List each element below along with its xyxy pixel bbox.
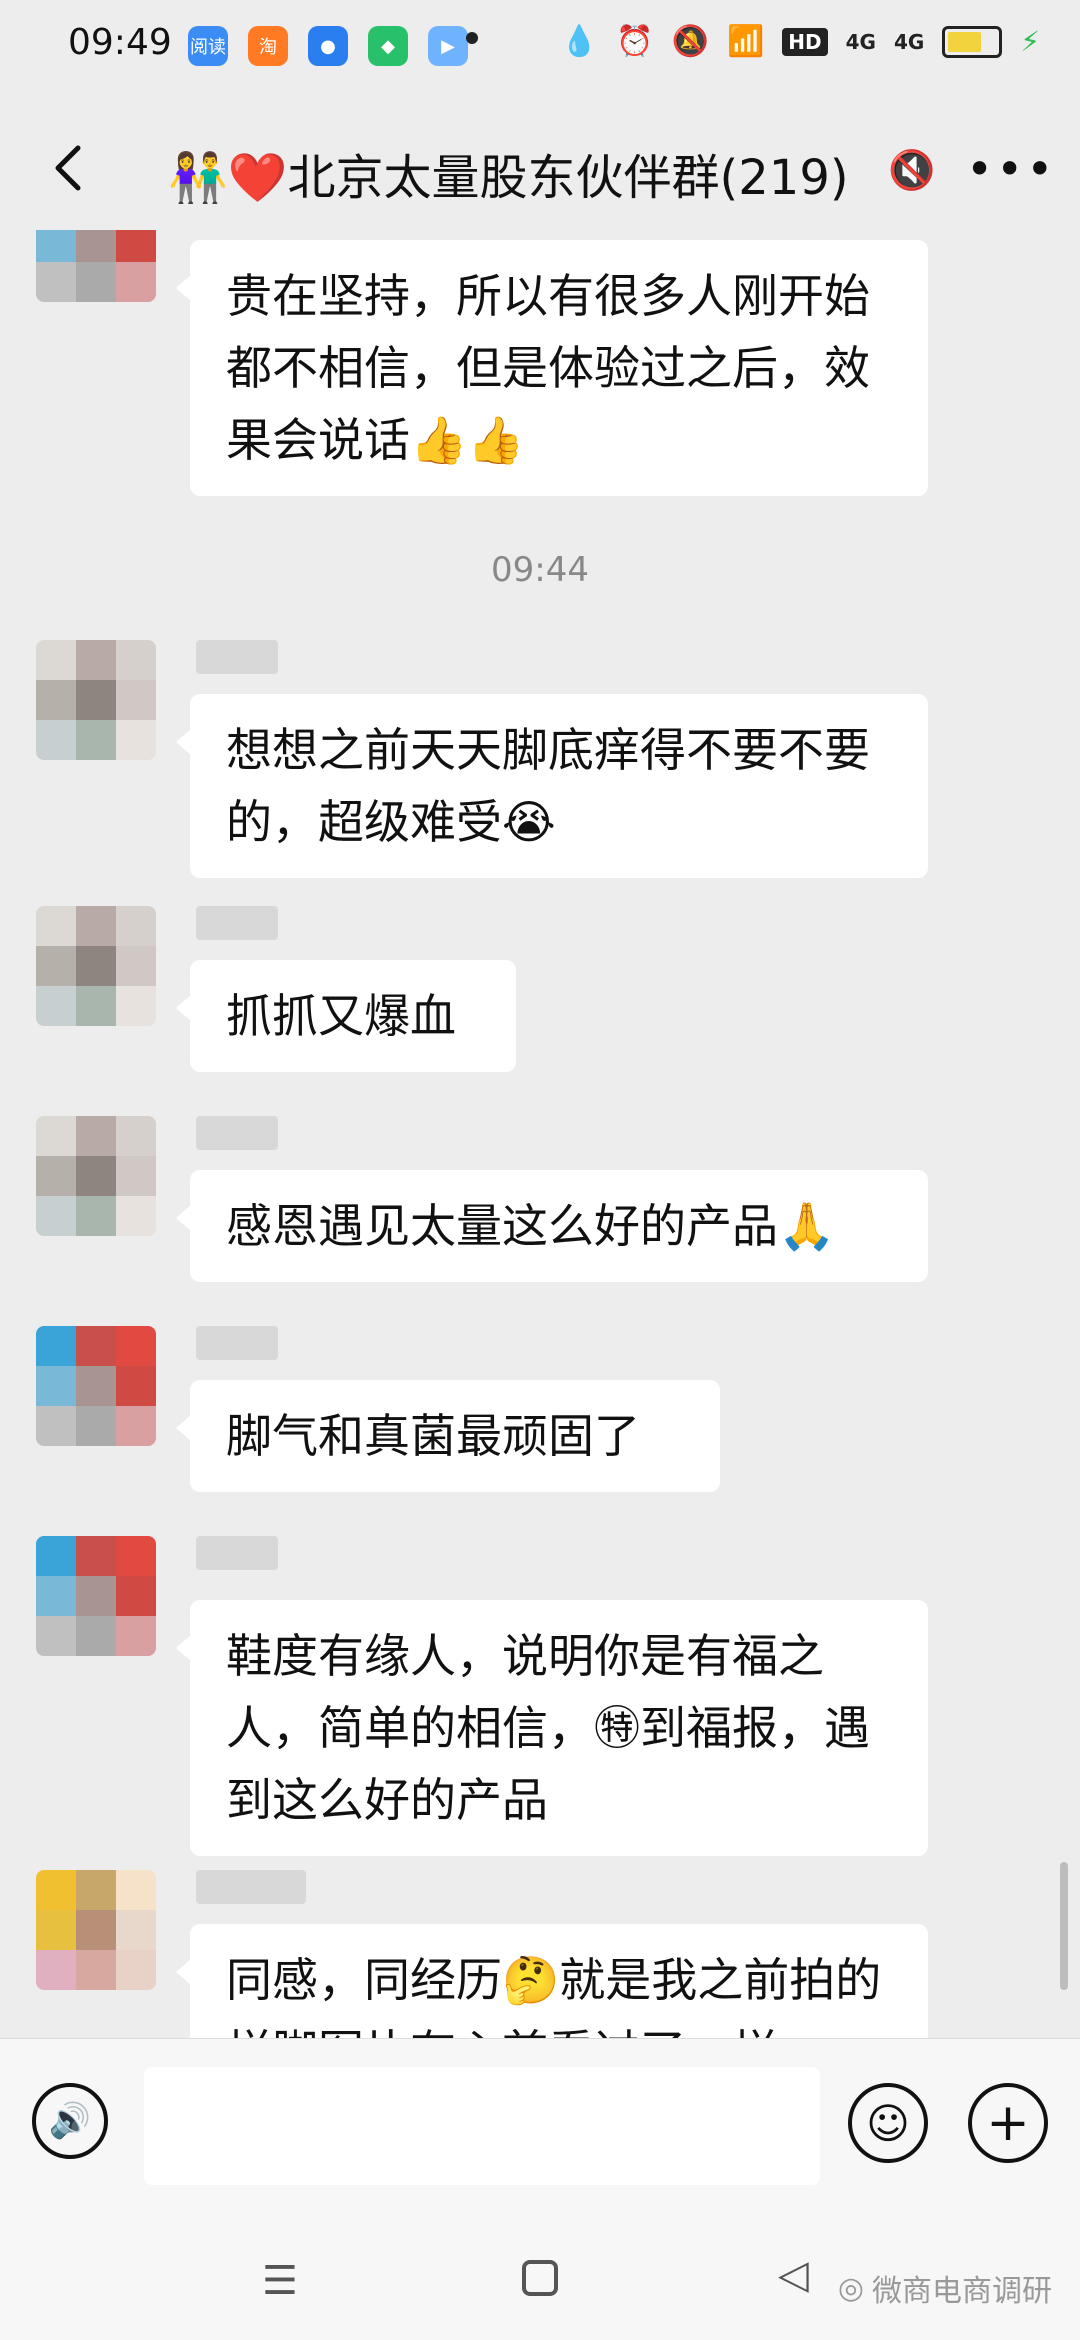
signal-4g-icon-2: 4G — [893, 29, 925, 54]
back-arrow-icon[interactable] — [42, 138, 102, 198]
avatar[interactable] — [36, 1536, 156, 1656]
sender-name-blurred — [196, 640, 278, 674]
back-triangle-icon[interactable]: ◁ — [778, 2252, 809, 2298]
alarm-icon: ⏰ — [616, 24, 654, 59]
status-app-icons: 阅读 淘 ● ◆ ▶ — [188, 26, 468, 66]
reader-app-icon: 阅读 — [188, 26, 228, 66]
message-bubble[interactable]: 想想之前天天脚底痒得不要不要的，超级难受😭 — [176, 694, 928, 878]
home-icon[interactable] — [522, 2260, 558, 2296]
message-bubble[interactable]: 感恩遇见太量这么好的产品🙏 — [176, 1170, 928, 1282]
watermark: ◎ 微商电商调研 — [838, 2266, 1052, 2310]
avatar[interactable] — [36, 1116, 156, 1236]
scrollbar[interactable] — [1060, 1862, 1068, 1990]
chat-message-list[interactable]: 贵在坚持，所以有很多人刚开始都不相信，但是体验过之后，效果会说话👍👍 09:44… — [0, 230, 1080, 2038]
sender-name-blurred — [196, 906, 278, 940]
avatar[interactable] — [36, 230, 156, 302]
store-app-icon: ◆ — [368, 26, 408, 66]
battery-icon — [942, 25, 1003, 58]
system-nav-bar: ☰ ◁ ◎ 微商电商调研 — [0, 2216, 1080, 2340]
message-input-bar: 🔊 ☺ + — [0, 2038, 1080, 2217]
message-bubble[interactable]: 抓抓又爆血 — [176, 960, 516, 1072]
watermark-text: 微商电商调研 — [872, 2274, 1052, 2309]
wifi-icon: 📶 — [726, 24, 765, 59]
video-app-icon: ▶ — [428, 26, 468, 66]
taobao-app-icon: 淘 — [248, 26, 288, 66]
sender-name-blurred — [196, 1536, 278, 1570]
chat-title-bar: 👫❤️北京太量股东伙伴群(219) 🔇 ••• — [0, 110, 1080, 230]
message-bubble[interactable]: 鞋度有缘人，说明你是有福之人，简单的相信，㊕到福报，遇到这么好的产品 — [176, 1600, 928, 1856]
smiley-icon: ☺ — [866, 2098, 910, 2148]
notification-dot-icon — [466, 32, 478, 44]
sender-name-blurred — [196, 1870, 306, 1904]
avatar[interactable] — [36, 1326, 156, 1446]
sender-name-blurred — [196, 1116, 278, 1150]
sender-name-blurred — [196, 1326, 278, 1360]
status-indicators: 💧 ⏰ 🔕 📶 HD 4G 4G ⚡ — [561, 24, 1040, 59]
message-timestamp: 09:44 — [491, 550, 589, 590]
voice-icon: 🔊 — [48, 2101, 92, 2141]
hd-icon: HD — [782, 27, 828, 56]
status-time: 09:49 — [68, 22, 172, 63]
drop-icon: 💧 — [560, 24, 599, 59]
wechat-logo-icon: ◎ — [837, 2270, 864, 2306]
plus-icon: + — [986, 2093, 1030, 2153]
browser-app-icon: ● — [308, 26, 348, 66]
mute-bell-icon: 🔕 — [671, 24, 709, 59]
message-bubble[interactable]: 同感，同经历🤔就是我之前拍的样脚图片有心首看过了一样 — [176, 1924, 928, 2038]
avatar[interactable] — [36, 906, 156, 1026]
message-bubble[interactable]: 贵在坚持，所以有很多人刚开始都不相信，但是体验过之后，效果会说话👍👍 — [176, 240, 928, 496]
message-input[interactable] — [144, 2067, 820, 2185]
emoji-button[interactable]: ☺ — [848, 2083, 928, 2163]
message-bubble[interactable]: 脚气和真菌最顽固了 — [176, 1380, 720, 1492]
avatar[interactable] — [36, 640, 156, 760]
more-actions-button[interactable]: + — [968, 2083, 1048, 2163]
mute-icon: 🔇 — [888, 148, 936, 192]
avatar[interactable] — [36, 1870, 156, 1990]
charging-icon: ⚡ — [1020, 25, 1040, 58]
more-options-icon[interactable]: ••• — [966, 142, 1056, 196]
chat-title: 👫❤️北京太量股东伙伴群(219) — [168, 150, 849, 206]
voice-input-button[interactable]: 🔊 — [32, 2083, 108, 2159]
recent-apps-icon[interactable]: ☰ — [262, 2258, 298, 2304]
status-bar: 09:49 阅读 淘 ● ◆ ▶ 💧 ⏰ 🔕 📶 HD 4G 4G ⚡ — [0, 0, 1080, 96]
signal-4g-icon: 4G — [845, 29, 876, 54]
